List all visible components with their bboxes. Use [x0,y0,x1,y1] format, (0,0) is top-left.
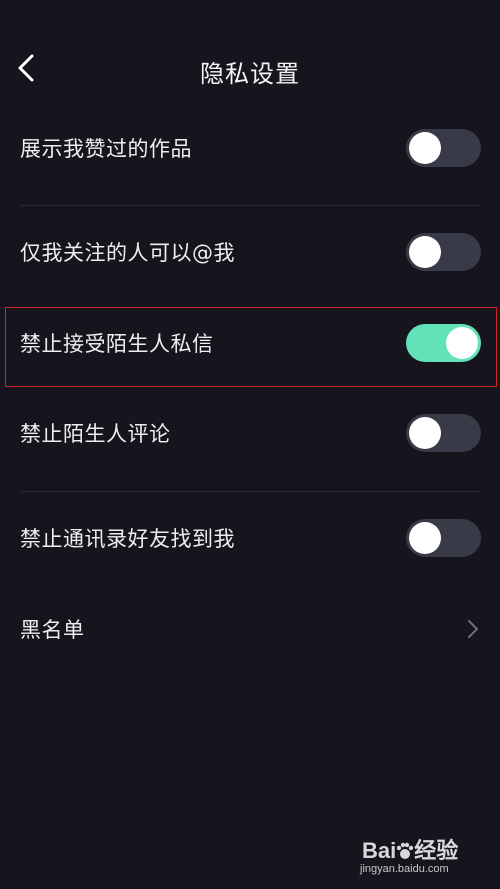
blacklist-item[interactable]: 黑名单 [0,589,500,669]
setting-label: 展示我赞过的作品 [20,137,192,161]
baidu-jingyan-watermark: Bai 经验 jingyan.baidu.com [360,831,490,883]
toggle-knob [409,417,441,449]
block-stranger-comments-toggle[interactable] [406,414,481,452]
paw-icon [397,842,414,859]
setting-label: 黑名单 [20,618,85,642]
watermark-url: jingyan.baidu.com [360,863,449,875]
toggle-knob [409,132,441,164]
block-stranger-messages-toggle[interactable] [406,324,481,362]
watermark-logo: Bai 经验 [362,838,459,863]
setting-row-mention-followed-only: 仅我关注的人可以@我 [0,212,500,292]
toggle-knob [409,236,441,268]
setting-label: 禁止接受陌生人私信 [20,332,214,356]
hide-from-contacts-toggle[interactable] [406,519,481,557]
toggle-knob [446,327,478,359]
setting-label: 禁止陌生人评论 [20,422,171,446]
page-title: 隐私设置 [200,60,300,88]
setting-label: 仅我关注的人可以@我 [20,241,235,265]
show-liked-works-toggle[interactable] [406,129,481,167]
mention-followed-only-toggle[interactable] [406,233,481,271]
setting-row-block-stranger-messages: 禁止接受陌生人私信 [0,303,500,383]
setting-row-show-liked-works: 展示我赞过的作品 [0,108,500,188]
setting-label: 禁止通讯录好友找到我 [20,527,235,551]
top-bar: 隐私设置 [0,40,500,100]
setting-row-block-stranger-comments: 禁止陌生人评论 [0,393,500,473]
setting-row-hide-from-contacts: 禁止通讯录好友找到我 [0,498,500,578]
toggle-knob [409,522,441,554]
divider [20,205,480,206]
divider [20,491,480,492]
chevron-right-icon [468,620,478,638]
